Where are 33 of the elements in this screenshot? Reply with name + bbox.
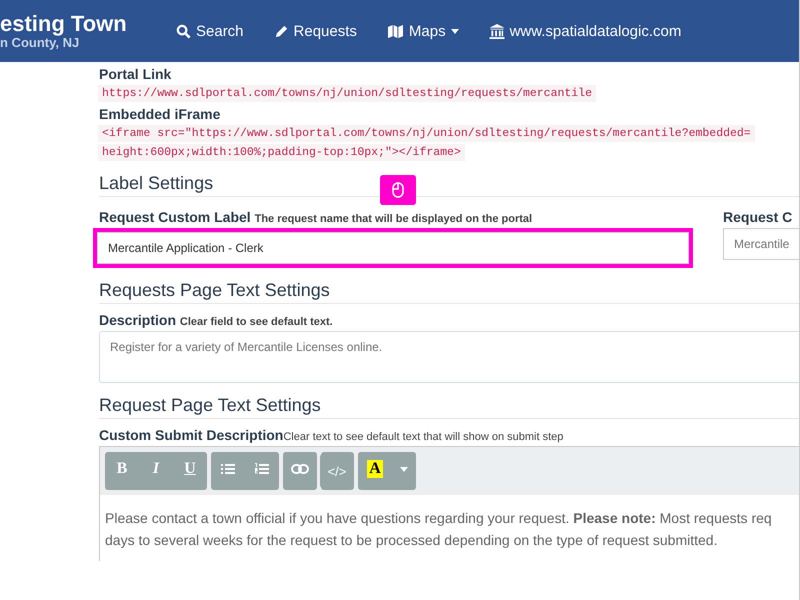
map-icon xyxy=(386,24,404,38)
iframe-code: <iframe src="https://www.sdlportal.com/towns/nj/union/sdltesting/requests/mercantile?embedded= xyxy=(98,125,755,142)
bank-icon xyxy=(488,24,505,38)
field-label: Request C xyxy=(723,209,794,225)
numbered-list-icon xyxy=(255,463,269,475)
nav-link[interactable]: Requests xyxy=(270,22,361,40)
iframe-code: height:600px;width:100%;padding-top:10px;"></iframe> xyxy=(98,144,465,161)
section-heading: Requests Page Text Settings xyxy=(99,280,799,304)
input-field[interactable]: Mercantile xyxy=(723,228,799,260)
portal-link-code: https://www.sdlportal.com/towns/nj/union/sdltesting/requests/mercantile xyxy=(98,85,596,102)
link-icon xyxy=(291,464,309,474)
caret-icon xyxy=(400,466,408,472)
nav-link[interactable]: Maps xyxy=(382,22,463,40)
editor-text: Please contact a town official if you have questions regarding your request. Please note: Most requests req days to several weeks for the request to be processed depending on the type of request submitted. xyxy=(105,509,773,550)
field-hint: Clear text to see default text that will show on submit step xyxy=(283,431,564,443)
bulleted-list-icon xyxy=(221,463,235,475)
field-label: Request Custom Label xyxy=(99,209,251,225)
description-field[interactable]: Register for a variety of Mercantile Licenses online. xyxy=(99,331,799,383)
field-label: Embedded iFrame xyxy=(99,106,222,122)
section-heading: Request Page Text Settings xyxy=(99,395,799,419)
field-label: Description xyxy=(99,312,176,328)
field-label: Custom Submit Description xyxy=(99,427,284,443)
field-hint: The request name that will be displayed on the portal xyxy=(254,213,532,225)
nav-link[interactable]: www.spatialdatalogic.com xyxy=(484,22,686,40)
nav-link[interactable]: Search xyxy=(172,22,248,40)
brand-subtitle: n County, NJ xyxy=(0,36,80,50)
field-label: Portal Link xyxy=(99,66,172,82)
brand-title[interactable]: esting Town xyxy=(0,12,150,36)
pencil-icon xyxy=(274,24,289,38)
input-field[interactable]: Mercantile Application - Clerk xyxy=(97,232,689,264)
search-icon xyxy=(176,24,191,38)
mouse-icon xyxy=(380,175,416,205)
field-hint: Clear field to see default text. xyxy=(180,316,333,328)
